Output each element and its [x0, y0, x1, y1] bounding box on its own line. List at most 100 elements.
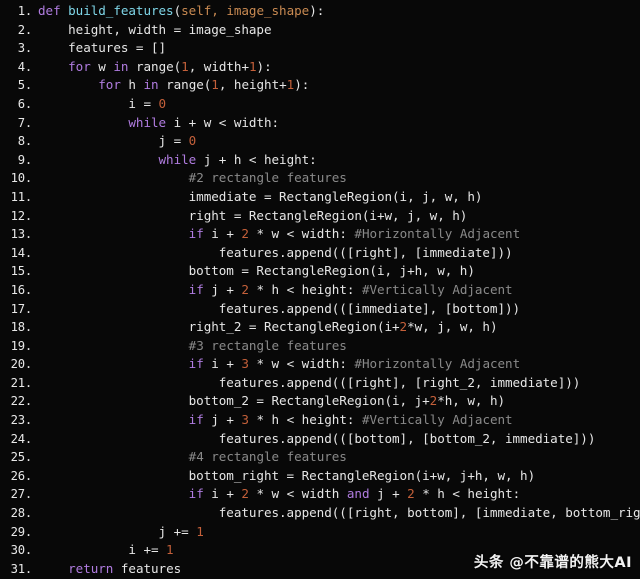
code-token-num: 0: [158, 95, 167, 111]
code-line-source: right = RectangleRegion(i+w, j, w, h): [38, 207, 468, 226]
code-line[interactable]: 28. features.append(([right, bottom], [i…: [0, 504, 640, 523]
code-line[interactable]: 23. if j + 3 * h < height: #Vertically A…: [0, 411, 640, 430]
code-line[interactable]: 22. bottom_2 = RectangleRegion(i, j+2*h,…: [0, 392, 640, 411]
code-line[interactable]: 20. if i + 3 * w < width: #Horizontally …: [0, 355, 640, 374]
code-token-pl: range(: [158, 77, 212, 93]
code-token-kw: in: [113, 58, 129, 74]
code-line-source: j = 0: [38, 132, 197, 151]
code-line[interactable]: 16. if j + 2 * h < height: #Vertically A…: [0, 281, 640, 300]
line-number: 2.: [17, 22, 32, 37]
code-line-source: if j + 3 * h < height: #Vertically Adjac…: [38, 411, 513, 430]
code-token-kw: return: [68, 560, 114, 576]
code-line[interactable]: 10. #2 rectangle features: [0, 169, 640, 188]
code-token-pl: * h < height:: [248, 412, 362, 428]
code-token-kw: if: [188, 281, 204, 297]
code-line[interactable]: 6. i = 0: [0, 95, 640, 114]
code-token-pl: features.append(([immediate], [bottom])): [38, 300, 521, 316]
code-line[interactable]: 17. features.append(([immediate], [botto…: [0, 300, 640, 319]
code-token-kw: if: [188, 412, 204, 428]
code-viewer[interactable]: 1. def build_features(self, image_shape):…: [0, 0, 640, 579]
code-token-cmt: #Horizontally Adjacent: [354, 356, 521, 372]
code-line[interactable]: 1. def build_features(self, image_shape):: [0, 2, 640, 21]
code-token-pl: right = RectangleRegion(i+w, j, w, h): [38, 207, 468, 223]
code-token-pl: bottom_2 = RectangleRegion(i, j+: [38, 393, 430, 409]
code-token-pl: immediate = RectangleRegion(i, j, w, h): [38, 188, 483, 204]
code-line[interactable]: 19. #3 rectangle features: [0, 337, 640, 356]
code-token-cmt: #Horizontally Adjacent: [354, 226, 521, 242]
code-line-source: features.append(([immediate], [bottom])): [38, 300, 520, 319]
code-line[interactable]: 3. features = []: [0, 39, 640, 58]
code-token-kw: for: [98, 77, 121, 93]
code-token-pl: (: [173, 3, 182, 18]
code-token-pl: height, width = image_shape: [38, 21, 272, 37]
line-number: 30.: [10, 543, 33, 558]
code-token-num: 2: [241, 281, 249, 297]
code-line[interactable]: 2. height, width = image_shape: [0, 21, 640, 40]
code-line[interactable]: 24. features.append(([bottom], [bottom_2…: [0, 430, 640, 449]
code-token-kw: while: [158, 151, 197, 167]
code-token-num: 1: [196, 523, 204, 539]
line-number: 31.: [10, 561, 33, 576]
code-line[interactable]: 5. for h in range(1, height+1):: [0, 76, 640, 95]
code-token-pl: * w < width:: [248, 356, 355, 372]
line-number: 16.: [10, 282, 33, 297]
code-line[interactable]: 8. j = 0: [0, 132, 640, 151]
code-token-pl: features.append(([right], [right_2, imme…: [38, 374, 581, 390]
code-token-kw: if: [188, 226, 204, 242]
code-token-cmt: #3 rectangle features: [188, 337, 347, 353]
code-token-num: 1: [166, 542, 174, 558]
code-line[interactable]: 14. features.append(([right], [immediate…: [0, 244, 640, 263]
code-line-source: #2 rectangle features: [38, 169, 347, 188]
code-line[interactable]: 11. immediate = RectangleRegion(i, j, w,…: [0, 188, 640, 207]
code-line[interactable]: 7. while i + w < width:: [0, 114, 640, 133]
code-line-source: for w in range(1, width+1):: [38, 58, 272, 77]
code-token-pl: * w < width: [248, 486, 347, 502]
code-line-source: features.append(([bottom], [bottom_2, im…: [38, 430, 596, 449]
code-line-source: def build_features(self, image_shape):: [38, 2, 324, 21]
line-number: 21.: [10, 375, 33, 390]
code-line-source: if i + 2 * w < width: #Horizontally Adja…: [38, 225, 521, 244]
code-line[interactable]: 18. right_2 = RectangleRegion(i+2*w, j, …: [0, 318, 640, 337]
code-line[interactable]: 12. right = RectangleRegion(i+w, j, w, h…: [0, 207, 640, 226]
code-token-num: 3: [241, 412, 249, 428]
code-token-pl: *h, w, h): [437, 393, 506, 409]
code-token-pl: j +: [203, 281, 242, 297]
code-line[interactable]: 21. features.append(([right], [right_2, …: [0, 374, 640, 393]
code-token-pl: features: [113, 560, 182, 576]
code-token-pl: features.append(([bottom], [bottom_2, im…: [38, 430, 596, 446]
code-line[interactable]: 9. while j + h < height:: [0, 151, 640, 170]
code-line[interactable]: 4. for w in range(1, width+1):: [0, 58, 640, 77]
code-token-pl: j + h < height:: [196, 151, 317, 167]
code-line[interactable]: 26. bottom_right = RectangleRegion(i+w, …: [0, 467, 640, 486]
code-line[interactable]: 27. if i + 2 * w < width and j + 2 * h <…: [0, 485, 640, 504]
code-line[interactable]: 13. if i + 2 * w < width: #Horizontally …: [0, 225, 640, 244]
code-token-pl: j =: [38, 133, 189, 149]
code-line-source: #3 rectangle features: [38, 337, 347, 356]
line-number: 18.: [10, 320, 33, 335]
line-number: 22.: [10, 394, 33, 409]
code-token-pl: , height+: [218, 77, 287, 93]
code-token-pl: range(: [128, 58, 182, 74]
code-line-source: right_2 = RectangleRegion(i+2*w, j, w, h…: [38, 318, 498, 337]
code-line-source: while i + w < width:: [38, 114, 279, 133]
code-token-num: 2: [407, 486, 415, 502]
code-token-fn: build_features: [68, 3, 174, 18]
line-number: 3.: [17, 41, 32, 56]
code-line[interactable]: 29. j += 1: [0, 523, 640, 542]
code-token-cmt: #Vertically Adjacent: [361, 281, 513, 297]
line-number: 4.: [17, 59, 32, 74]
code-token-pl: i +: [203, 486, 242, 502]
code-token-pl: j +: [203, 412, 242, 428]
code-line[interactable]: 15. bottom = RectangleRegion(i, j+h, w, …: [0, 262, 640, 281]
line-number: 1.: [17, 4, 32, 18]
code-token-cmt: #Vertically Adjacent: [361, 412, 513, 428]
code-token-pl: features.append(([right], [immediate])): [38, 244, 513, 260]
code-token-num: 1: [181, 58, 189, 74]
code-line[interactable]: 25. #4 rectangle features: [0, 448, 640, 467]
code-token-kw: for: [68, 58, 91, 74]
code-token-pl: * h < height:: [414, 486, 521, 502]
code-token-pl: bottom_right = RectangleRegion(i+w, j+h,…: [38, 467, 536, 483]
